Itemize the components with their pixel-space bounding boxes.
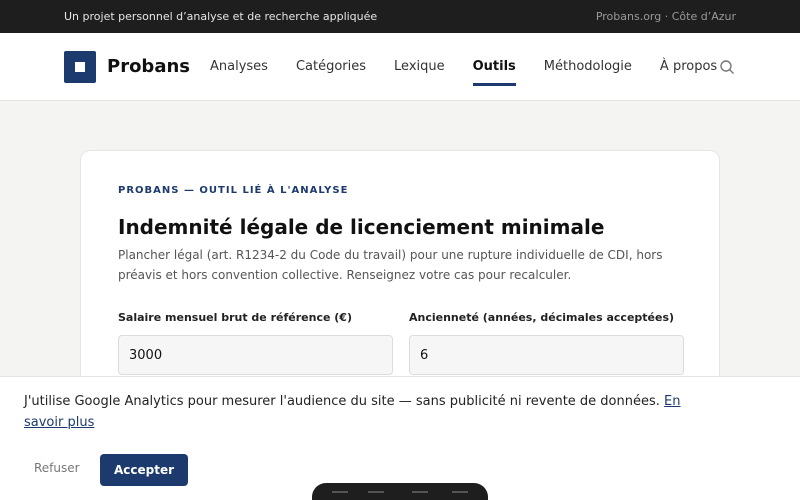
nav-item-categories[interactable]: Catégories (296, 59, 366, 74)
salary-input[interactable]: 3000 (118, 335, 393, 375)
toolbar-icon-3[interactable] (412, 491, 428, 499)
nav-item-lexique[interactable]: Lexique (394, 59, 445, 74)
salary-label: Salaire mensuel brut de référence (€) (118, 311, 352, 324)
tool-eyebrow: PROBANS — OUTIL LIÉ À L'ANALYSE (118, 185, 349, 196)
seniority-input[interactable]: 6 (409, 335, 684, 375)
tool-title: Indemnité légale de licenciement minimal… (118, 215, 605, 239)
tool-description: Plancher légal (art. R1234-2 du Code du … (118, 248, 663, 282)
cookie-banner: J'utilise Google Analytics pour mesurer … (0, 376, 800, 500)
brand-name[interactable]: Probans (107, 56, 190, 77)
refuse-button[interactable]: Refuser (34, 461, 80, 475)
main-nav: Analyses Catégories Lexique Outils Métho… (210, 59, 745, 86)
nav-item-a-propos[interactable]: À propos (660, 59, 717, 74)
cookie-text: J'utilise Google Analytics pour mesurer … (24, 391, 704, 433)
toolbar-icon-4[interactable] (452, 491, 468, 499)
logo-icon[interactable] (64, 51, 96, 83)
toolbar-icon-1[interactable] (332, 491, 348, 499)
accept-button[interactable]: Accepter (100, 454, 188, 486)
location-text: Probans.org · Côte d’Azur (595, 10, 736, 23)
nav-item-methodologie[interactable]: Méthodologie (544, 59, 632, 74)
nav-item-outils[interactable]: Outils (472, 59, 516, 86)
search-icon[interactable] (719, 59, 735, 75)
nav-item-analyses[interactable]: Analyses (210, 59, 268, 74)
seniority-label: Ancienneté (années, décimales acceptées) (409, 311, 675, 324)
toolbar-icon-2[interactable] (368, 491, 384, 499)
cookie-message: J'utilise Google Analytics pour mesurer … (24, 394, 665, 409)
top-bar: Un projet personnel d’analyse et de rech… (0, 0, 800, 33)
tagline: Un projet personnel d’analyse et de rech… (64, 10, 378, 23)
floating-toolbar[interactable] (312, 483, 488, 500)
site-header: Probans Analyses Catégories Lexique Outi… (0, 33, 800, 101)
